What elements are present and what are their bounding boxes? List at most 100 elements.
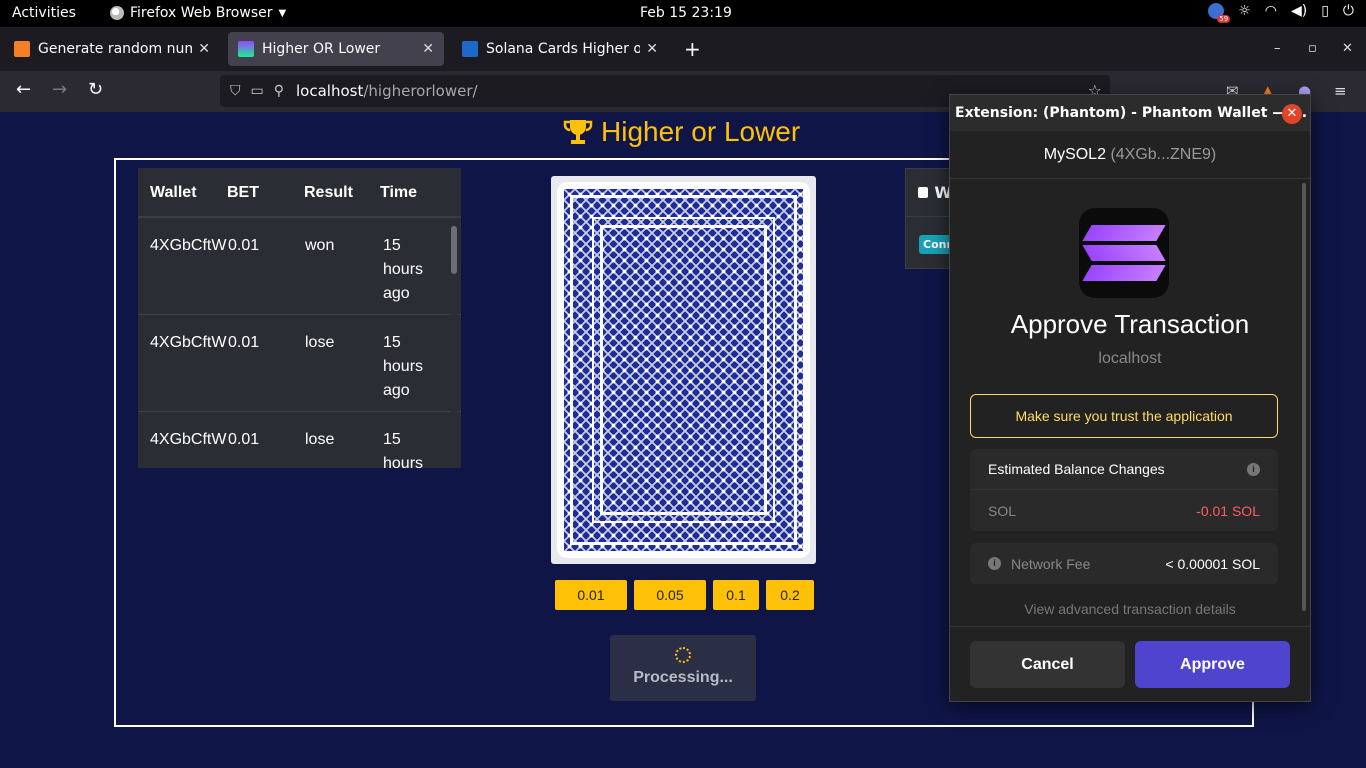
cell-wallet: 4XGbCftW (150, 237, 227, 254)
cell-time: 15hoursago (383, 334, 424, 399)
page-title: Higher or Lower (563, 116, 800, 148)
approve-heading: Approve Transaction (1010, 309, 1250, 339)
table-header: Wallet BET Result Time (138, 168, 461, 218)
tab-strip: Generate random numbe ✕ Higher OR Lower … (0, 27, 1366, 71)
column-header-result: Result (304, 184, 353, 201)
volume-icon[interactable]: ◀) (1291, 3, 1307, 19)
account-address: (4XGb...ZNE9) (1110, 146, 1217, 163)
loading-spinner-icon (675, 647, 691, 663)
permissions-icon[interactable]: ⚲ (274, 83, 284, 99)
cell-result: lose (305, 334, 335, 351)
tab-generate-random[interactable]: Generate random numbe ✕ (4, 32, 220, 66)
system-tray[interactable]: 59 ☼ ◠ ◀) ▯ ⏻ (1208, 3, 1354, 23)
shield-icon[interactable]: ⛉ (230, 83, 241, 99)
close-icon[interactable]: ✕ (1282, 104, 1302, 124)
processing-label: Processing... (633, 669, 733, 686)
bet-button-0-1[interactable]: 0.1 (713, 580, 759, 610)
column-header-wallet: Wallet (150, 184, 197, 201)
cell-result: lose (305, 431, 335, 448)
balance-changes-label: Estimated Balance Changes (988, 461, 1165, 477)
site-favicon-icon (462, 41, 478, 57)
forward-button[interactable]: → (52, 81, 67, 99)
column-header-bet: BET (227, 184, 259, 201)
close-icon[interactable]: ✕ (422, 41, 434, 57)
processing-button[interactable]: Processing... (610, 635, 756, 701)
cell-wallet: 4XGbCftW (150, 334, 227, 351)
table-row: 4XGbCftW 0.01 won 15 hours ago (138, 218, 461, 315)
bet-button-0-2[interactable]: 0.2 (766, 580, 814, 610)
tab-title: Solana Cards Higher or Lo (486, 41, 641, 57)
wifi-icon[interactable]: ◠ (1265, 3, 1277, 19)
scrollbar-thumb[interactable] (451, 226, 457, 274)
chevron-down-icon: ▼ (278, 7, 287, 19)
cell-time: 15hoursago (383, 237, 424, 302)
balance-amount: -0.01 SOL (1196, 502, 1260, 519)
request-origin: localhost (1098, 350, 1162, 367)
new-tab-button[interactable]: + (684, 39, 701, 59)
cancel-button[interactable]: Cancel (970, 641, 1125, 688)
trophy-icon (563, 120, 593, 144)
cell-wallet: 4XGbCftW (150, 431, 227, 448)
reload-button[interactable]: ↻ (88, 81, 103, 99)
back-button[interactable]: ← (16, 81, 31, 99)
menu-icon[interactable]: ≡ (1334, 82, 1347, 100)
tab-solana-cards[interactable]: Solana Cards Higher or Lo ✕ (452, 32, 668, 66)
cell-result: won (305, 237, 335, 254)
close-icon[interactable]: ✕ (646, 41, 658, 57)
trust-warning: Make sure you trust the application (970, 394, 1278, 438)
account-name: MySOL2 (1043, 146, 1106, 163)
tab-title: Higher OR Lower (262, 41, 381, 57)
balance-changes-box: Estimated Balance Changes i SOL -0.01 SO… (970, 449, 1278, 531)
clock[interactable]: Feb 15 23:19 (640, 5, 732, 21)
power-menu-icon[interactable]: ⏻ (1343, 3, 1354, 19)
advanced-details-link[interactable]: View advanced transaction details (950, 601, 1310, 617)
popup-title: Extension: (Phantom) - Phantom Wallet — … (955, 105, 1308, 121)
minimize-icon[interactable]: – (1274, 41, 1281, 56)
cell-bet: 0.01 (228, 431, 260, 448)
balance-token: SOL (988, 502, 1017, 519)
table-row: 4XGbCftW 0.01 lose 15hoursago (138, 412, 461, 468)
bet-history-table[interactable]: Wallet BET Result Time 4XGbCftW 0.01 won… (138, 168, 461, 468)
table-scrollbar[interactable] (451, 220, 457, 468)
tab-higher-or-lower[interactable]: Higher OR Lower ✕ (228, 32, 444, 66)
approve-button[interactable]: Approve (1135, 641, 1290, 688)
notification-icon[interactable]: 59 (1208, 3, 1231, 23)
url-path: /higherorlower/ (363, 82, 478, 100)
system-top-bar: Activities Firefox Web Browser ▼ Feb 15 … (0, 0, 1366, 27)
wallet-icon (918, 187, 929, 198)
cell-bet: 0.01 (228, 237, 260, 254)
brightness-icon[interactable]: ☼ (1238, 3, 1251, 19)
url-host: localhost (296, 82, 364, 100)
bet-button-0-05[interactable]: 0.05 (634, 580, 706, 610)
network-fee-label: Network Fee (1011, 555, 1091, 572)
network-fee-value: < 0.00001 SOL (1165, 555, 1260, 572)
playing-card-back (551, 176, 816, 564)
firefox-icon (110, 6, 124, 20)
cell-bet: 0.01 (228, 334, 260, 351)
bet-button-0-01[interactable]: 0.01 (555, 580, 627, 610)
popup-footer: Cancel Approve (950, 626, 1310, 702)
solana-logo-icon (1079, 208, 1169, 298)
account-selector[interactable]: MySOL2 (4XGb...ZNE9) (950, 131, 1310, 179)
notification-count: 59 (1217, 15, 1231, 23)
cell-time: 15hoursago (383, 431, 424, 468)
popup-titlebar: Extension: (Phantom) - Phantom Wallet — … (950, 95, 1310, 131)
network-fee-box: i Network Fee < 0.00001 SOL (970, 543, 1278, 584)
solana-icon (238, 41, 254, 57)
maximize-icon[interactable]: ▫ (1308, 41, 1317, 56)
activities-button[interactable]: Activities (12, 5, 76, 21)
tab-title: Generate random numbe (38, 41, 193, 57)
stackoverflow-icon (14, 41, 30, 57)
page-icon[interactable]: ▭ (251, 83, 264, 99)
column-header-time: Time (380, 184, 418, 201)
battery-icon[interactable]: ▯ (1321, 3, 1329, 19)
table-row: 4XGbCftW 0.01 lose 15hoursago (138, 315, 461, 412)
popup-scrollbar[interactable] (1302, 183, 1306, 611)
app-menu[interactable]: Firefox Web Browser ▼ (110, 5, 286, 21)
app-menu-label: Firefox Web Browser (130, 5, 273, 21)
phantom-popup: Extension: (Phantom) - Phantom Wallet — … (949, 94, 1311, 702)
close-window-icon[interactable]: ✕ (1342, 41, 1353, 56)
info-icon[interactable]: i (988, 557, 1001, 570)
info-icon[interactable]: i (1247, 462, 1260, 476)
close-icon[interactable]: ✕ (198, 41, 210, 57)
